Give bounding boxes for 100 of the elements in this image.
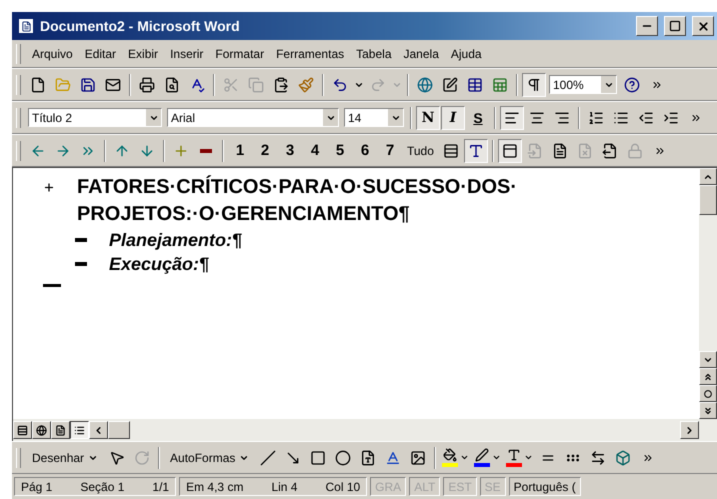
level-button[interactable]: 2 bbox=[253, 138, 277, 162]
letter-a-icon bbox=[385, 450, 402, 466]
level-button[interactable]: 5 bbox=[328, 138, 352, 162]
web-view-button[interactable] bbox=[32, 421, 51, 439]
combo-value: 100% bbox=[552, 78, 585, 92]
format-painter-icon bbox=[298, 76, 314, 92]
line-icon bbox=[260, 450, 276, 466]
document-icon bbox=[576, 142, 593, 158]
combo-value: Arial bbox=[170, 110, 196, 124]
level-button[interactable]: 7 bbox=[378, 138, 402, 162]
scroll-thumb[interactable] bbox=[108, 421, 130, 439]
previous-page-icon bbox=[703, 372, 713, 382]
heading-line: FATORES·CRÍTICOS·PARA·O·SUCESSO·DOS· bbox=[77, 174, 518, 200]
caret-icon bbox=[492, 453, 502, 462]
undo-icon bbox=[332, 76, 348, 92]
rectangle-icon bbox=[310, 450, 326, 466]
text-box-icon bbox=[360, 450, 376, 466]
menu-item[interactable]: Ferramentas bbox=[271, 44, 350, 62]
level-button[interactable]: 3 bbox=[278, 138, 302, 162]
format-icon bbox=[468, 142, 484, 158]
outline-view-button[interactable] bbox=[70, 421, 89, 439]
close-icon bbox=[696, 20, 710, 32]
format-button[interactable]: N bbox=[416, 106, 440, 130]
heading-line: PROJETOS:·O·GERENCIAMENTO¶ bbox=[77, 202, 411, 227]
menu-item[interactable]: Editar bbox=[80, 44, 122, 62]
document-icon bbox=[552, 142, 568, 158]
close-button[interactable] bbox=[692, 16, 714, 36]
shadow-icon bbox=[615, 450, 632, 466]
status-text: Col 10 bbox=[325, 480, 360, 494]
menu-item[interactable]: Tabela bbox=[351, 44, 396, 62]
menu-item[interactable]: Janela bbox=[398, 44, 444, 62]
page-view-button[interactable] bbox=[51, 421, 70, 439]
caret-icon bbox=[460, 453, 470, 462]
pilcrow-button[interactable] bbox=[522, 72, 546, 96]
page-view-icon bbox=[55, 424, 66, 436]
increase-indent-icon bbox=[663, 110, 679, 126]
mail-icon bbox=[105, 76, 121, 92]
web-view-icon bbox=[36, 424, 47, 436]
menu-item[interactable]: Formatar bbox=[210, 44, 270, 62]
paste-icon bbox=[273, 76, 289, 92]
table-icon bbox=[467, 76, 483, 92]
spreadsheet-icon bbox=[492, 76, 508, 92]
bullet-list-icon bbox=[613, 110, 629, 126]
show-all-button[interactable]: Tudo bbox=[403, 138, 438, 162]
left-arrow-icon bbox=[30, 142, 46, 158]
menu-button[interactable]: Desenhar bbox=[26, 446, 104, 470]
pointer-icon bbox=[109, 450, 126, 466]
save-icon bbox=[80, 76, 96, 92]
vertical-scrollbar[interactable] bbox=[699, 168, 717, 419]
minimize-button[interactable] bbox=[636, 16, 658, 36]
combo-box[interactable]: Título 2 bbox=[28, 108, 162, 127]
next-page-icon bbox=[703, 406, 713, 416]
status-text: 1/1 bbox=[152, 480, 170, 494]
picture-icon bbox=[410, 450, 426, 466]
menu-item[interactable]: Arquivo bbox=[27, 44, 78, 62]
format-button[interactable]: I bbox=[441, 106, 465, 130]
normal-view-button[interactable] bbox=[13, 421, 32, 439]
menu-item[interactable]: Exibir bbox=[123, 44, 164, 62]
combo-value: Título 2 bbox=[31, 110, 74, 124]
right-arrow-icon bbox=[55, 142, 71, 158]
open-folder-icon bbox=[55, 76, 71, 92]
status-text: Em 4,3 cm bbox=[186, 480, 244, 494]
browse-object-icon bbox=[704, 390, 712, 398]
minus-icon bbox=[200, 148, 212, 152]
lines-icon bbox=[442, 142, 459, 158]
combo-box[interactable]: 100% bbox=[549, 75, 617, 94]
menu-button[interactable]: AutoFormas bbox=[164, 446, 256, 470]
scroll-thumb[interactable] bbox=[699, 185, 717, 215]
copy-icon bbox=[248, 76, 264, 92]
format-button[interactable] bbox=[464, 138, 488, 162]
plus-icon[interactable] bbox=[43, 181, 55, 194]
document-icon bbox=[602, 142, 618, 158]
new-document-icon bbox=[30, 76, 46, 92]
align-left-button[interactable] bbox=[500, 106, 524, 130]
app-icon bbox=[18, 18, 34, 34]
ellipse-icon bbox=[335, 450, 352, 466]
maximize-button[interactable] bbox=[664, 16, 686, 36]
status-indicator: Português ( bbox=[508, 477, 581, 496]
combo-box[interactable]: Arial bbox=[167, 108, 339, 127]
globe-icon bbox=[417, 76, 433, 92]
redo-icon bbox=[370, 76, 386, 92]
lock-icon bbox=[626, 142, 643, 158]
level-button[interactable]: 4 bbox=[303, 138, 327, 162]
decrease-indent-icon bbox=[638, 110, 654, 126]
numbered-list-icon bbox=[588, 110, 604, 126]
normal-view-icon bbox=[17, 424, 28, 436]
document-icon bbox=[526, 142, 543, 158]
menu-item[interactable]: Ajuda bbox=[446, 44, 487, 62]
line-color-icon bbox=[475, 448, 490, 462]
level-button[interactable]: 1 bbox=[228, 138, 252, 162]
fill-color-icon bbox=[443, 448, 458, 462]
format-button[interactable]: S bbox=[466, 106, 490, 130]
font-color-icon bbox=[507, 448, 522, 462]
status-text: Lin 4 bbox=[271, 480, 298, 494]
align-right-icon bbox=[554, 110, 570, 126]
down-arrow-icon bbox=[139, 142, 155, 158]
combo-box[interactable]: 14 bbox=[344, 108, 404, 127]
menu-item[interactable]: Inserir bbox=[165, 44, 208, 62]
arrow-icon bbox=[285, 450, 302, 466]
level-button[interactable]: 6 bbox=[353, 138, 377, 162]
